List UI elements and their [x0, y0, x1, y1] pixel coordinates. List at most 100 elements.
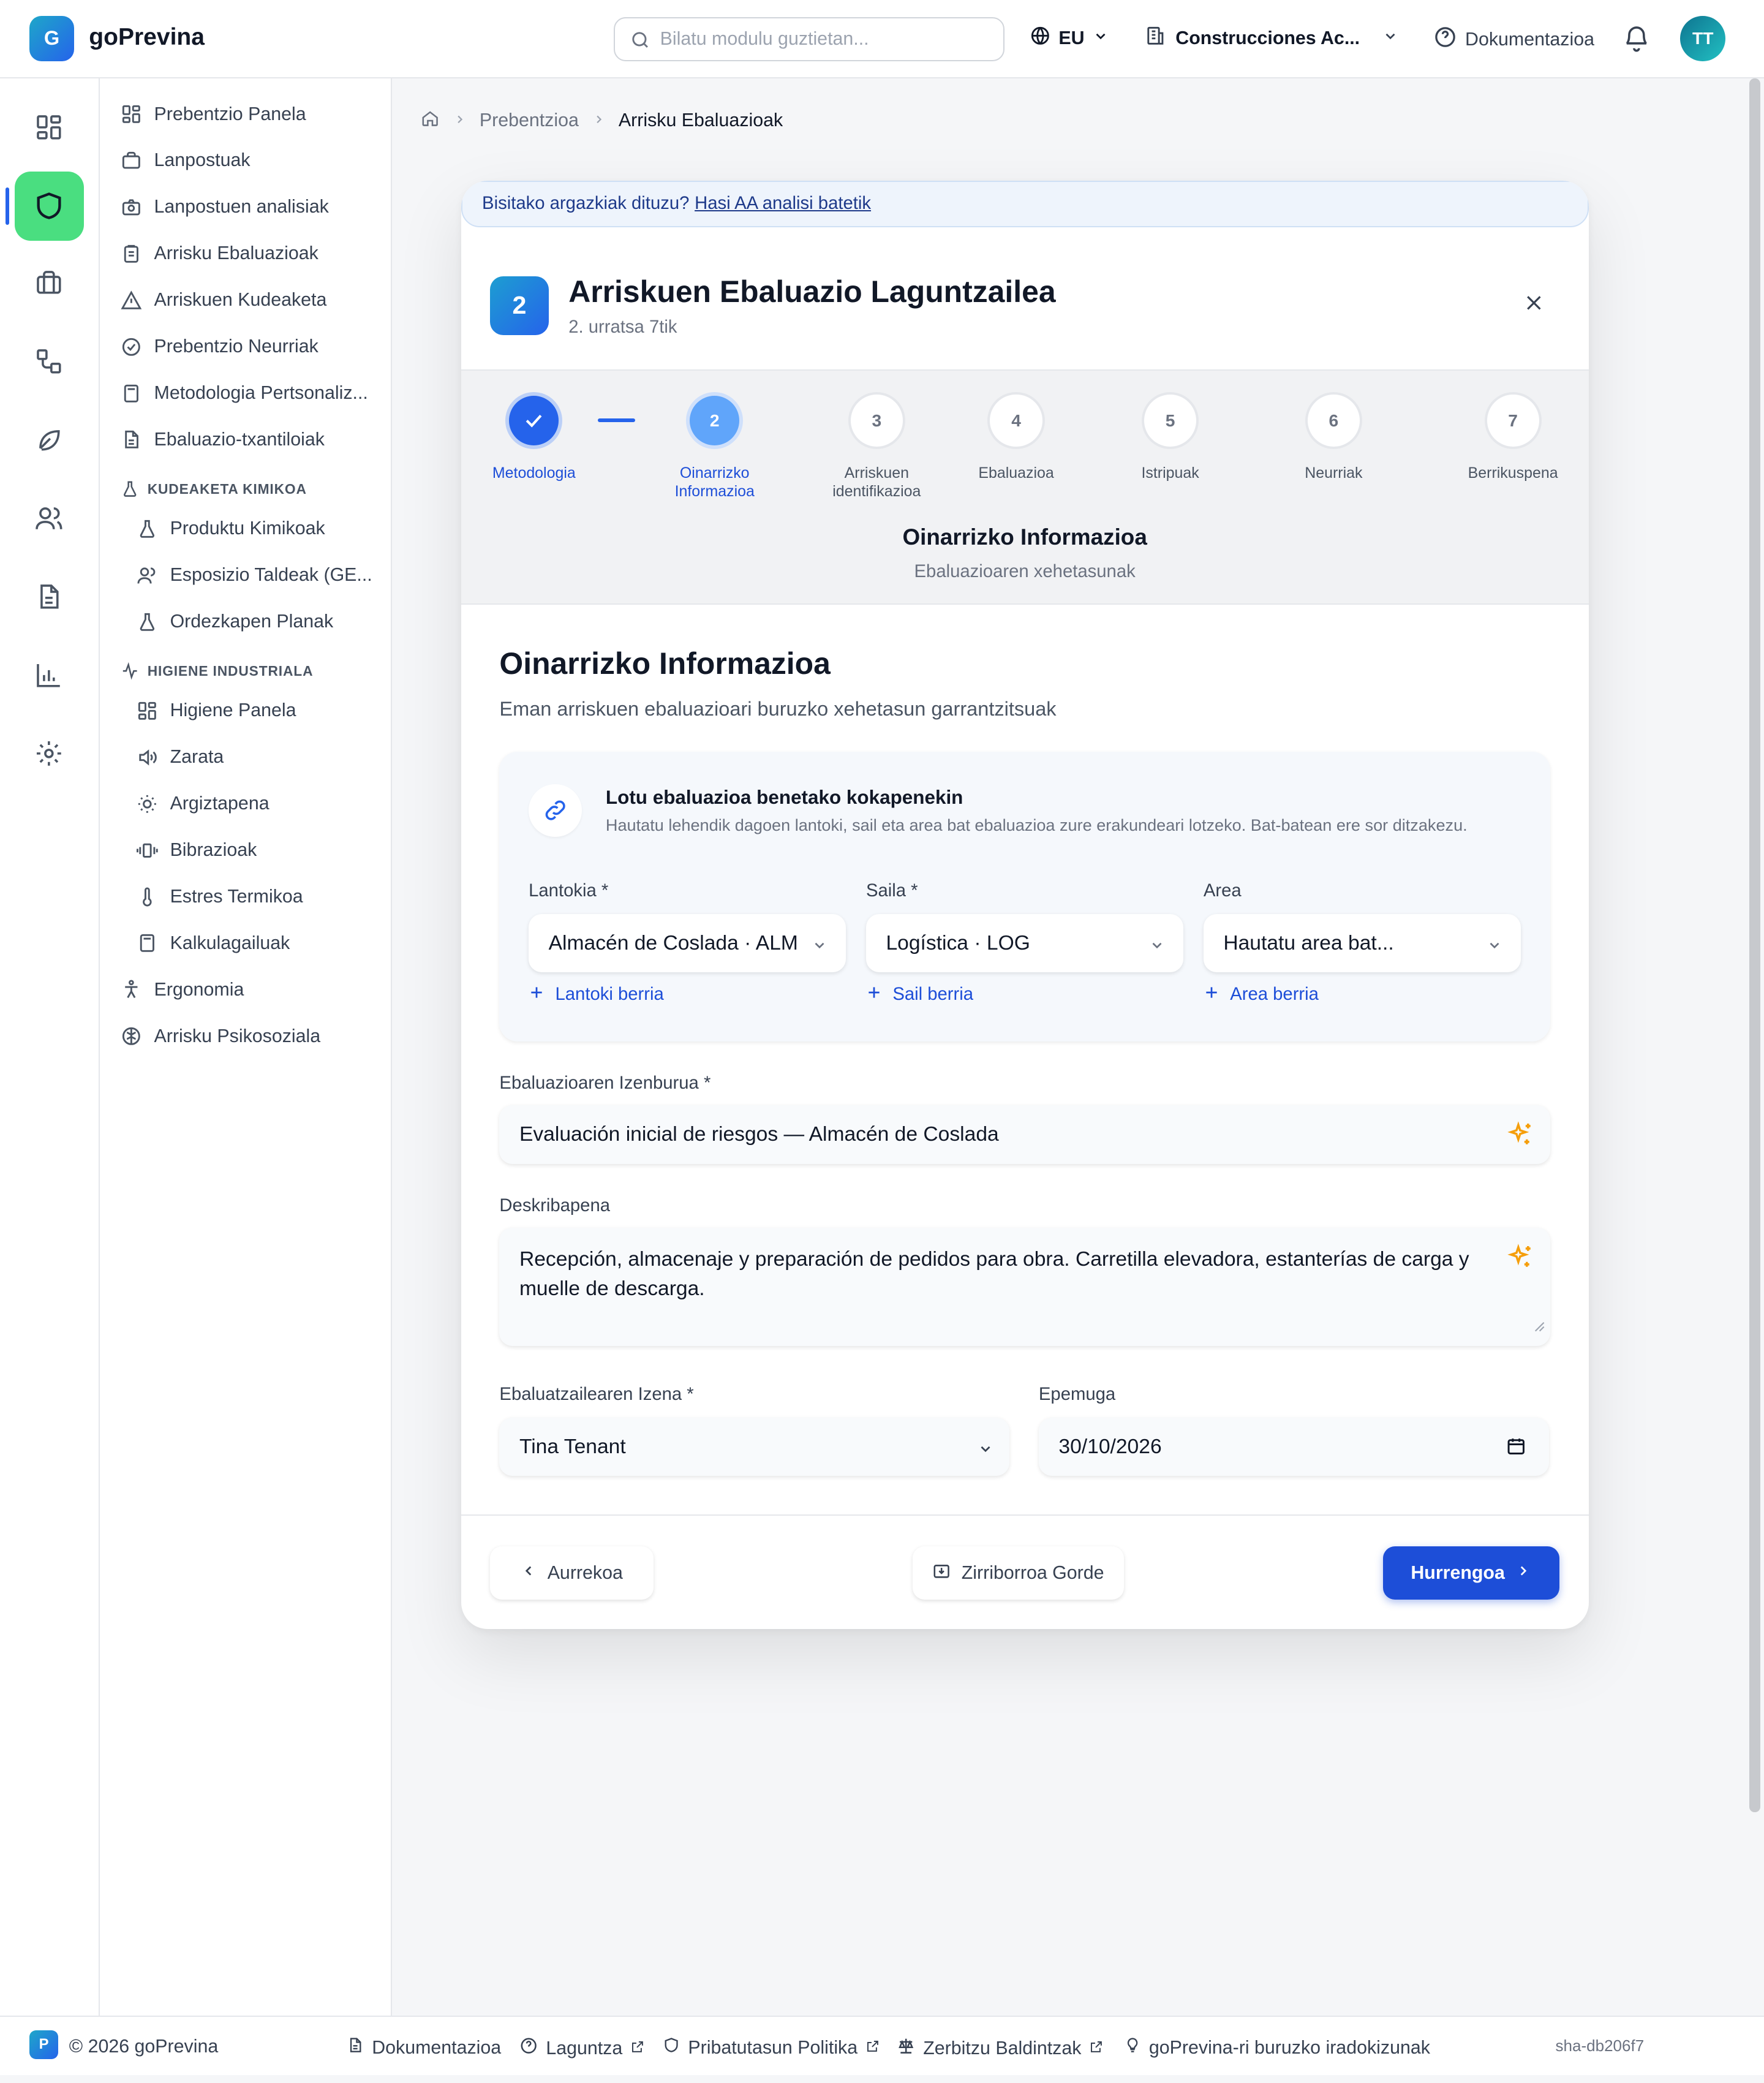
sun-icon [138, 795, 157, 813]
step-4[interactable]: 4 Ebaluazioa [937, 391, 1096, 482]
sidebar-item-estres-termikoa[interactable]: Estres Termikoa [137, 887, 303, 908]
footer-docs-link[interactable]: Dokumentazioa [347, 2036, 501, 2058]
step-2[interactable]: 2 Oinarrizko Informazioa [635, 391, 794, 501]
sidebar-item-produktu-kimikoak[interactable]: Produktu Kimikoak [137, 518, 325, 540]
ai-sparkle-icon[interactable] [1506, 1242, 1536, 1280]
sidebar-item-label: Produktu Kimikoak [170, 518, 325, 539]
dashboard-icon[interactable] [29, 108, 69, 148]
footer-privacy-link[interactable]: Pribatutasun Politika [663, 2036, 880, 2058]
building-icon [1145, 25, 1166, 51]
sidebar-item-esposizio-taldeak[interactable]: Esposizio Taldeak (GE... [137, 565, 372, 586]
previous-button[interactable]: Aurrekoa [490, 1546, 654, 1600]
user-avatar[interactable]: TT [1680, 16, 1726, 61]
breadcrumb-parent[interactable]: Prebentzioa [480, 110, 579, 131]
workflow-icon[interactable] [29, 341, 69, 381]
sidebar-item-higiene-panela[interactable]: Higiene Panela [137, 700, 296, 722]
global-search[interactable]: Bilatu modulu guztietan... [613, 17, 1005, 61]
new-workplace-link[interactable]: Lantoki berria [529, 985, 664, 1005]
sidebar-item-ordezkapen-planak[interactable]: Ordezkapen Planak [137, 611, 333, 633]
step-number: 4 [987, 391, 1045, 449]
description-textarea[interactable]: Recepción, almacenaje y preparación de p… [499, 1227, 1550, 1346]
step-label: Arriskuen identifikazioa [832, 464, 921, 501]
calendar-icon[interactable] [1506, 1436, 1526, 1462]
new-department-link[interactable]: Sail berria [866, 985, 973, 1005]
chart-icon[interactable] [29, 655, 69, 695]
title-input-value: Evaluación inicial de riesgos — Almacén … [519, 1123, 999, 1146]
company-name: Construcciones Ac... [1175, 28, 1360, 48]
sidebar-item-lanpostuen-analisiak[interactable]: Lanpostuen analisiak [121, 197, 329, 218]
chevron-right-icon [592, 110, 606, 131]
chevron-down-icon [1093, 28, 1109, 49]
close-icon[interactable] [1523, 292, 1545, 319]
chevron-down-icon [1149, 936, 1165, 959]
footer-terms-link[interactable]: Zerbitzu Baldintzak [897, 2036, 1104, 2060]
shield-icon[interactable] [14, 171, 84, 241]
language-selector[interactable]: EU [1030, 25, 1109, 51]
home-icon[interactable] [421, 109, 439, 132]
sidebar-item-arrisku-psikosoziala[interactable]: Arrisku Psikosoziala [121, 1026, 320, 1047]
leaf-icon[interactable] [29, 420, 69, 459]
new-area-label: Area berria [1230, 985, 1319, 1005]
sidebar-item-argiztapena[interactable]: Argiztapena [137, 793, 270, 815]
step-5[interactable]: 5 Istripuak [1090, 391, 1250, 482]
breadcrumb: Prebentzioa Arrisku Ebaluazioak [421, 109, 783, 132]
sidebar-item-kalkulagailuak[interactable]: Kalkulagailuak [137, 932, 290, 954]
users-icon[interactable] [29, 498, 69, 538]
new-department-label: Sail berria [892, 985, 974, 1005]
evaluator-select[interactable]: Tina Tenant [499, 1417, 1010, 1476]
app-name[interactable]: goPrevina [89, 24, 205, 51]
step-7[interactable]: 7 Berrikuspena [1433, 391, 1589, 482]
step-1[interactable]: Metodologia [461, 391, 614, 482]
sidebar-item-arriskuen-kudeaketa[interactable]: Arriskuen Kudeaketa [121, 290, 326, 311]
app-logo[interactable]: G [29, 16, 75, 61]
step-6[interactable]: 6 Neurriak [1254, 391, 1413, 482]
sidebar-item-prebentzio-panela[interactable]: Prebentzio Panela [121, 104, 306, 125]
area-value: Hautatu area bat... [1223, 931, 1394, 955]
step-3[interactable]: 3 Arriskuen identifikazioa [797, 391, 956, 501]
footer-help-link[interactable]: Laguntza [519, 2036, 645, 2060]
company-selector[interactable]: Construcciones Ac... [1145, 25, 1398, 51]
evaluator-field-label: Ebaluatzailearen Izena * [499, 1384, 694, 1404]
area-select[interactable]: Hautatu area bat... [1203, 914, 1521, 973]
next-button[interactable]: Hurrengoa [1382, 1546, 1560, 1600]
briefcase-icon[interactable] [29, 263, 69, 303]
sidebar-item-label: Metodologia Pertsonaliz... [154, 382, 368, 403]
department-select[interactable]: Logística · LOG [865, 914, 1184, 973]
sidebar-item-arrisku-ebaluazioak[interactable]: Arrisku Ebaluazioak [121, 243, 318, 265]
bell-icon[interactable] [1622, 24, 1651, 59]
sidebar-item-label: Prebentzio Panela [154, 104, 306, 124]
sidebar-item-zarata[interactable]: Zarata [137, 747, 224, 768]
workplace-select[interactable]: Almacén de Coslada · ALM [529, 914, 846, 973]
sidebar-item-ebaluazio-txantiloiak[interactable]: Ebaluazio-txantiloiak [121, 429, 325, 450]
sidebar-item-lanpostuak[interactable]: Lanpostuak [121, 150, 251, 172]
sidebar-item-metodologia[interactable]: Metodologia Pertsonaliz... [121, 383, 368, 404]
settings-icon[interactable] [29, 733, 69, 773]
sidebar-item-label: Higiene Panela [170, 700, 296, 721]
save-draft-button[interactable]: Zirriborroa Gorde [912, 1546, 1124, 1600]
department-value: Logística · LOG [886, 931, 1030, 955]
sidebar-item-bibrazioak[interactable]: Bibrazioak [137, 840, 257, 861]
form-section-title: Oinarrizko Informazioa [499, 646, 831, 681]
terms-label: Zerbitzu Baldintzak [923, 2038, 1082, 2058]
globe-icon [1030, 25, 1051, 51]
main-scrollbar[interactable] [1749, 78, 1760, 1813]
deadline-date-input[interactable]: 30/10/2026 [1038, 1417, 1549, 1476]
sidebar: Prebentzio Panela Lanpostuak Lanpostuen … [99, 78, 392, 2016]
footer-suggestions-link[interactable]: goPrevina-ri buruzko iradokizunak [1124, 2036, 1430, 2058]
dashboard-icon [123, 105, 141, 123]
document-icon[interactable] [29, 577, 69, 616]
ai-sparkle-icon[interactable] [1506, 1120, 1536, 1155]
sidebar-item-label: Lanpostuen analisiak [154, 197, 329, 217]
document-icon [347, 2036, 364, 2058]
workplace-value: Almacén de Coslada · ALM [548, 931, 798, 955]
sidebar-item-prebentzio-neurriak[interactable]: Prebentzio Neurriak [121, 336, 318, 358]
new-area-link[interactable]: Area berria [1204, 985, 1319, 1005]
step-label: Berrikuspena [1468, 464, 1558, 482]
sidebar-item-label: Prebentzio Neurriak [154, 336, 318, 357]
wizard-step-counter: 2. urratsa 7tik [568, 317, 677, 338]
documentation-link[interactable]: Dokumentazioa [1433, 25, 1594, 54]
resize-handle-icon[interactable] [1534, 1311, 1545, 1340]
title-input[interactable]: Evaluación inicial de riesgos — Almacén … [499, 1105, 1550, 1164]
ai-analysis-link[interactable]: Hasi AA analisi batetik [695, 194, 871, 214]
sidebar-item-ergonomia[interactable]: Ergonomia [121, 979, 244, 1000]
